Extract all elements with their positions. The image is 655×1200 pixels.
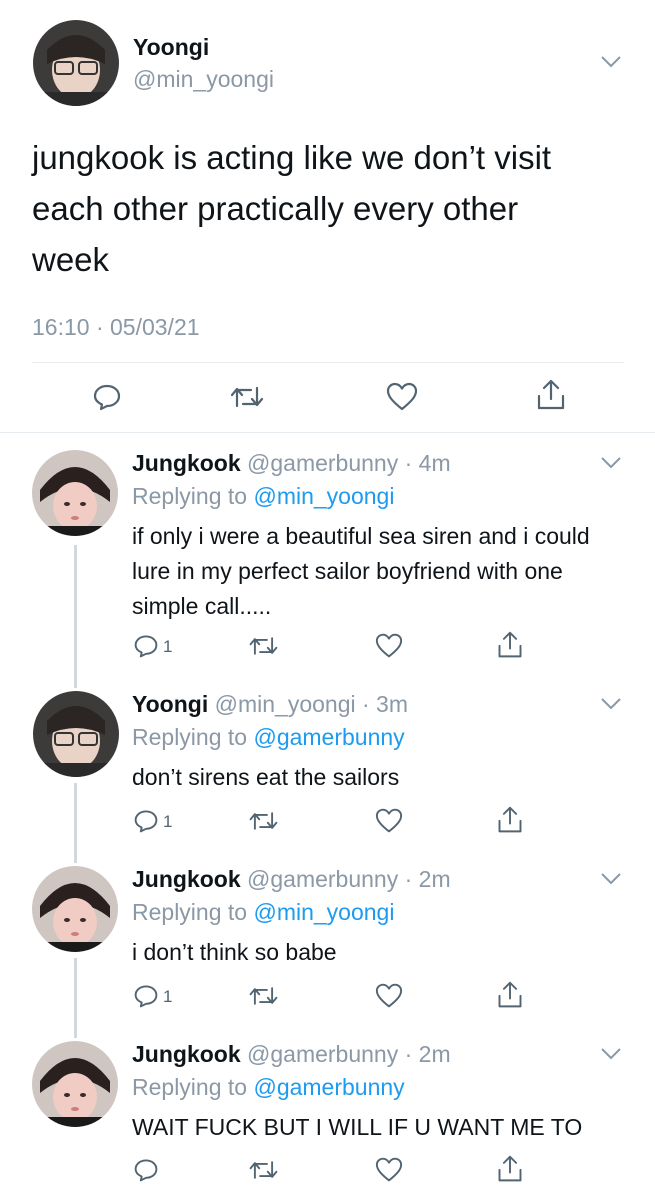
reply-time: · 4m <box>404 450 451 476</box>
reply-header: Jungkook @gamerbunny · 2m <box>132 866 451 893</box>
like-icon[interactable] <box>375 808 403 834</box>
replying-label: Replying to <box>132 483 248 509</box>
display-name[interactable]: Yoongi <box>133 34 209 61</box>
replying-handle[interactable]: @min_yoongi <box>253 899 394 925</box>
replying-handle[interactable]: @gamerbunny <box>253 1074 404 1100</box>
reply-icon[interactable] <box>133 983 159 1009</box>
reply-header: Jungkook @gamerbunny · 2m <box>132 1041 451 1068</box>
reply-count: 1 <box>163 987 173 1006</box>
reply-time: · 2m <box>404 866 451 892</box>
share-icon[interactable] <box>496 980 524 1010</box>
handle[interactable]: @gamerbunny <box>247 866 398 892</box>
display-name[interactable]: Jungkook <box>132 866 241 892</box>
divider <box>32 362 624 363</box>
chevron-down-icon[interactable] <box>600 697 622 711</box>
avatar[interactable] <box>32 450 118 536</box>
reply-icon[interactable] <box>133 633 159 659</box>
replying-to: Replying to @gamerbunny <box>132 724 405 751</box>
avatar[interactable] <box>33 691 119 777</box>
handle[interactable]: @gamerbunny <box>247 450 398 476</box>
chevron-down-icon[interactable] <box>600 1047 622 1061</box>
thread-line <box>74 783 77 863</box>
reply-count: 1 <box>163 812 173 831</box>
thread-line <box>74 958 77 1038</box>
retweet-icon[interactable] <box>248 633 279 659</box>
chevron-down-icon[interactable] <box>600 872 622 886</box>
retweet-icon[interactable] <box>248 1157 279 1183</box>
share-icon[interactable] <box>496 630 524 660</box>
handle[interactable]: @min_yoongi <box>133 66 274 93</box>
reply-time: · 2m <box>404 1041 451 1067</box>
reply-icon[interactable] <box>133 1157 159 1183</box>
reply-text: WAIT FUCK BUT I WILL IF U WANT ME TO <box>132 1114 583 1140</box>
replying-to: Replying to @gamerbunny <box>132 1074 405 1101</box>
like-icon[interactable] <box>375 983 403 1009</box>
like-icon[interactable] <box>386 382 418 412</box>
reply-text: i don’t think so babe <box>132 939 337 965</box>
chevron-down-icon[interactable] <box>600 55 622 69</box>
tweet-text: jungkook is acting like we don’t visit e… <box>32 139 552 278</box>
retweet-icon[interactable] <box>229 382 265 412</box>
replying-to: Replying to @min_yoongi <box>132 483 394 510</box>
replying-handle[interactable]: @gamerbunny <box>253 724 404 750</box>
avatar[interactable] <box>33 20 119 106</box>
display-name[interactable]: Yoongi <box>132 691 208 717</box>
reply-text: if only i were a beautiful sea siren and… <box>132 523 590 619</box>
display-name[interactable]: Jungkook <box>132 450 241 476</box>
reply-text: don’t sirens eat the sailors <box>132 764 400 790</box>
display-name[interactable]: Jungkook <box>132 1041 241 1067</box>
share-icon[interactable] <box>496 805 524 835</box>
reply-header: Jungkook @gamerbunny · 4m <box>132 450 451 477</box>
thread-line <box>74 545 77 688</box>
replying-label: Replying to <box>132 899 248 925</box>
replying-to: Replying to @min_yoongi <box>132 899 394 926</box>
reply-icon[interactable] <box>133 808 159 834</box>
reply-icon[interactable] <box>92 382 122 412</box>
like-icon[interactable] <box>375 1157 403 1183</box>
timestamp: 16:10 · 05/03/21 <box>32 314 200 340</box>
replying-label: Replying to <box>132 724 248 750</box>
divider <box>0 432 655 433</box>
handle[interactable]: @gamerbunny <box>247 1041 398 1067</box>
retweet-icon[interactable] <box>248 983 279 1009</box>
share-icon[interactable] <box>535 378 567 412</box>
reply-header: Yoongi @min_yoongi · 3m <box>132 691 408 718</box>
replying-handle[interactable]: @min_yoongi <box>253 483 394 509</box>
reply-time: · 3m <box>362 691 408 717</box>
reply-count: 1 <box>163 637 173 656</box>
share-icon[interactable] <box>496 1154 524 1184</box>
avatar[interactable] <box>32 1041 118 1127</box>
avatar[interactable] <box>32 866 118 952</box>
chevron-down-icon[interactable] <box>600 456 622 470</box>
replying-label: Replying to <box>132 1074 248 1100</box>
like-icon[interactable] <box>375 633 403 659</box>
retweet-icon[interactable] <box>248 808 279 834</box>
handle[interactable]: @min_yoongi <box>215 691 356 717</box>
